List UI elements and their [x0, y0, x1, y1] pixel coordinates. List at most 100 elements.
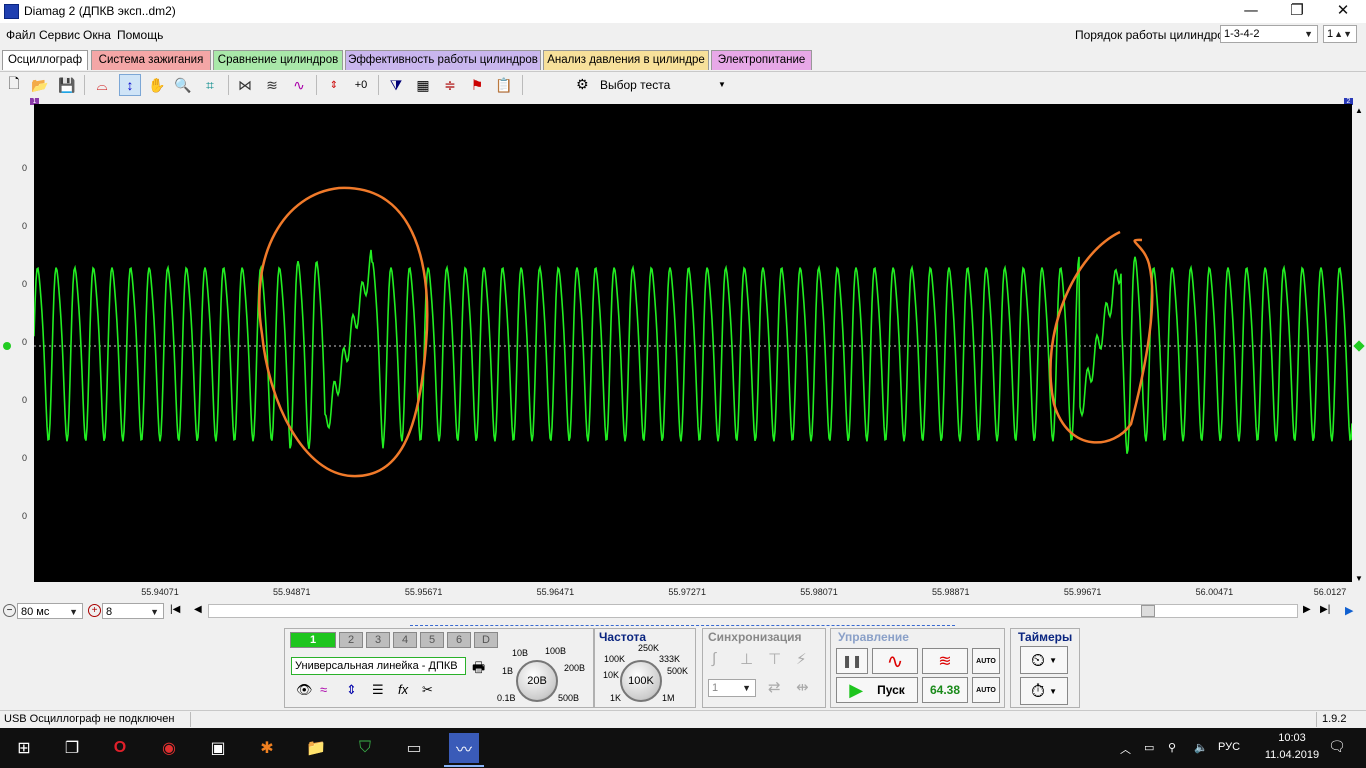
opera-gx-icon[interactable]: ◉ [155, 734, 183, 762]
zero-marker-left[interactable] [3, 342, 11, 350]
noise-mode-button[interactable]: ≋ [922, 648, 968, 674]
channel-button-1[interactable]: 1 [290, 632, 336, 648]
cylinder-order-select[interactable]: 1-3-4-2 ▼ [1220, 25, 1318, 43]
oscilloscope-display[interactable]: 1 Универсальная линейка - ДПКВ (В) [33, 104, 1353, 582]
windows-start-icon[interactable]: ⊞ [10, 734, 38, 762]
play-icon[interactable]: ▶ [1345, 604, 1353, 617]
cylinder-number-spinner[interactable]: 1 ▲▼ [1323, 25, 1357, 43]
new-file-icon[interactable]: 🗋 [3, 74, 25, 96]
menu-service[interactable]: Сервис [39, 28, 80, 42]
auto-button-top[interactable]: AUTO [972, 648, 1000, 674]
sync-auto-icon[interactable]: ⚡ [796, 650, 807, 668]
sync-down-icon[interactable]: ⊤ [768, 650, 781, 668]
sine-mode-button[interactable]: ∿ [872, 648, 918, 674]
tab-oscilloscope[interactable]: Осциллограф [2, 50, 88, 70]
auto-scale-icon[interactable]: ⇕ [323, 74, 345, 96]
tab-cylinder-compare[interactable]: Сравнение цилиндров [213, 50, 343, 70]
language-indicator[interactable]: РУС [1218, 741, 1240, 753]
clock-time[interactable]: 10:03 [1262, 732, 1322, 744]
probe-icon[interactable]: 🖶 [472, 657, 485, 681]
filter-icon[interactable]: ⧩ [385, 74, 407, 96]
count-select[interactable]: 8 ▼ [102, 603, 164, 619]
timer-2-button[interactable]: ⏱ ▼ [1020, 677, 1068, 705]
notifications-icon[interactable]: 🗨 [1328, 738, 1346, 755]
scroll-up-icon[interactable]: ▲ [1355, 106, 1363, 115]
save-icon[interactable]: 💾 [56, 74, 78, 96]
frequency-knob[interactable]: 100K [620, 660, 662, 702]
menu-help[interactable]: Помощь [117, 28, 163, 42]
pause-button[interactable]: ❚❚ [836, 648, 868, 674]
invert-icon[interactable]: ≈ [320, 682, 327, 697]
lines-icon[interactable]: ☰ [372, 682, 384, 698]
measure-icon[interactable]: ⌓ [91, 74, 113, 96]
step-forward-icon[interactable]: ▶ [1303, 604, 1311, 615]
scroll-down-icon[interactable]: ▼ [1355, 574, 1363, 583]
diamag-icon[interactable]: 〰 [449, 733, 479, 763]
tab-power[interactable]: Электропитание [711, 50, 812, 70]
minimize-button[interactable]: — [1228, 0, 1274, 23]
zoom-in-icon[interactable]: + [88, 604, 101, 617]
menu-file[interactable]: Файл [6, 28, 36, 42]
test-select-dropdown[interactable]: ⚙ Выбор теста ▼ [574, 75, 730, 95]
sync-channel-select[interactable]: 1 ▼ [708, 679, 756, 697]
channel-button-2[interactable]: 2 [339, 632, 363, 648]
grid-icon[interactable]: ▦ [412, 74, 434, 96]
sync-up-icon[interactable]: ⊥ [740, 650, 753, 668]
channel-source-select[interactable]: Универсальная линейка - ДПКВ [291, 657, 466, 675]
channel-button-d[interactable]: D [474, 632, 498, 648]
sync-rising-icon[interactable]: ∫ [712, 650, 716, 667]
close-button[interactable]: ✕ [1320, 0, 1366, 23]
flag-icon[interactable]: ⚑ [466, 74, 488, 96]
zoom-icon[interactable]: 🔍 [172, 74, 194, 96]
task-view-icon[interactable]: ❐ [58, 734, 86, 762]
channel-button-3[interactable]: 3 [366, 632, 390, 648]
horizontal-scrollbar[interactable] [208, 604, 1298, 618]
zero-offset-icon[interactable]: +0 [350, 74, 372, 96]
tray-expand-icon[interactable]: ︿ [1120, 741, 1131, 757]
panel-splitter[interactable] [410, 620, 955, 626]
timer-1-button[interactable]: ⏲ ▼ [1020, 646, 1068, 674]
wave-stack-icon[interactable]: ≋ [261, 74, 283, 96]
scroll-thumb[interactable] [1141, 605, 1155, 617]
archive-icon[interactable]: ▣ [204, 734, 232, 762]
eye-icon[interactable]: 👁 [296, 682, 313, 698]
formula-icon[interactable]: fx [398, 682, 408, 697]
start-button[interactable]: ▶ Пуск [836, 677, 918, 703]
avast-icon[interactable]: ✱ [253, 734, 281, 762]
auto-zoom-icon[interactable]: ⌗ [199, 74, 221, 96]
opera-icon[interactable]: O [106, 734, 134, 762]
sync-center-icon[interactable]: ⇹ [796, 678, 809, 696]
cursor-vertical-icon[interactable]: ↕ [119, 74, 141, 96]
volume-icon[interactable]: 🔈 [1194, 741, 1208, 754]
shield-icon[interactable]: ⛉ [351, 734, 379, 762]
cursor-lines-icon[interactable]: ≑ [439, 74, 461, 96]
clipboard-icon[interactable]: 📋 [493, 74, 515, 96]
tab-ignition[interactable]: Система зажигания [91, 50, 211, 70]
channel-button-5[interactable]: 5 [420, 632, 444, 648]
offset-icon[interactable]: ⇕ [346, 682, 357, 698]
file-explorer-icon[interactable]: 📁 [302, 734, 330, 762]
network-icon[interactable]: ⚲ [1168, 741, 1176, 754]
clock-date[interactable]: 11.04.2019 [1252, 749, 1332, 761]
channel-button-6[interactable]: 6 [447, 632, 471, 648]
battery-icon[interactable]: ▭ [1144, 741, 1154, 754]
go-start-icon[interactable]: |◀ [170, 604, 180, 615]
tab-pressure-analysis[interactable]: Анализ давления в цилиндре [543, 50, 709, 70]
go-end-icon[interactable]: ▶| [1320, 604, 1330, 615]
wave-overlay-icon[interactable]: ∿ [288, 74, 310, 96]
open-folder-icon[interactable]: 📂 [29, 74, 51, 96]
tab-cylinder-efficiency[interactable]: Эффективность работы цилиндров [345, 50, 541, 70]
range-knob[interactable]: 20В [516, 660, 558, 702]
maximize-button[interactable]: ❐ [1274, 0, 1320, 23]
menu-windows[interactable]: Окна [83, 28, 111, 42]
step-back-icon[interactable]: ◀ [194, 604, 202, 615]
auto-button-bottom[interactable]: AUTO [972, 677, 1000, 703]
tools-icon[interactable]: ✂ [422, 682, 433, 698]
drive-icon[interactable]: ▭ [400, 734, 428, 762]
sweep-icon[interactable]: ⋈ [234, 74, 256, 96]
channel-button-4[interactable]: 4 [393, 632, 417, 648]
zoom-out-icon[interactable]: − [3, 604, 16, 617]
hand-icon[interactable]: ✋ [146, 74, 168, 96]
timebase-select[interactable]: 80 мс ▼ [17, 603, 83, 619]
sync-level-icon[interactable]: ⇄ [768, 678, 781, 696]
